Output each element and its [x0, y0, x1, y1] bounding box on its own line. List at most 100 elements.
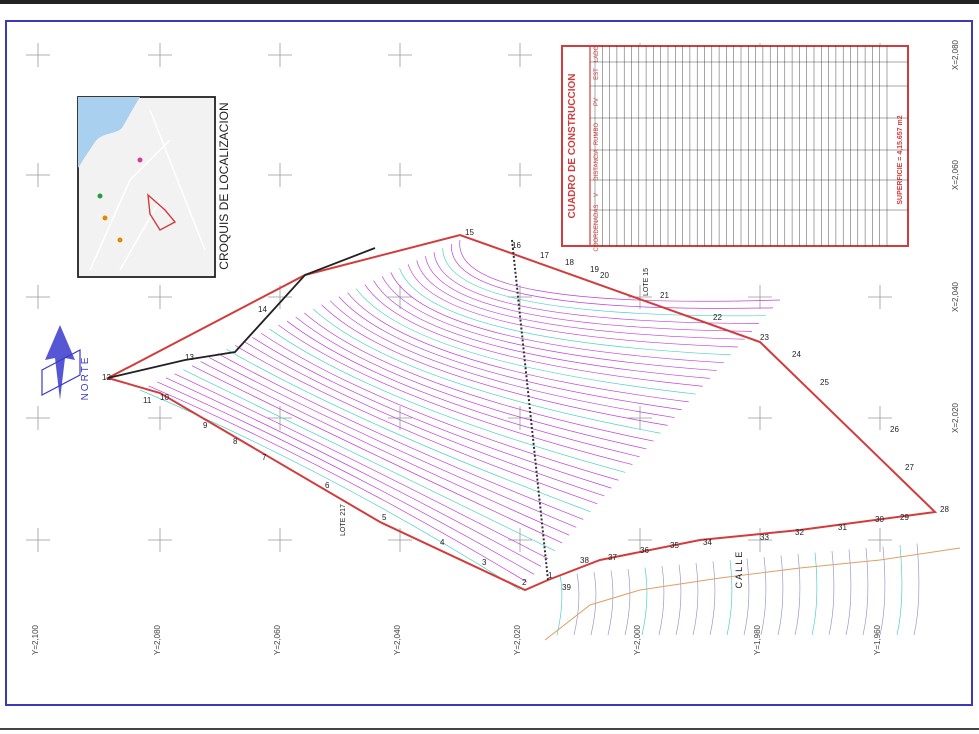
table-title: CUADRO DE CONSTRUCCION [567, 74, 578, 219]
contour-line [399, 268, 731, 356]
y-axis-label: Y=1,960 [873, 624, 882, 655]
label-lote-217: LOTE 217 [340, 504, 347, 536]
contour-line [269, 328, 626, 473]
label-lote-15: LOTE 15 [643, 268, 650, 296]
vertex-label: 7 [262, 453, 267, 462]
y-axis-label: Y=2,040 [393, 624, 402, 655]
street-contour-line [726, 559, 733, 636]
y-axis-label: Y=1,980 [753, 624, 762, 655]
contour-line [165, 377, 542, 567]
vertex-label: 15 [465, 228, 474, 237]
street-contour-line [845, 549, 852, 636]
street-contour-line [777, 555, 784, 636]
vertex-label: 3 [482, 558, 487, 567]
street-contour-line [573, 573, 580, 636]
contour-line [234, 345, 598, 505]
vertex-label: 38 [580, 556, 589, 565]
vertex-label: 32 [795, 528, 804, 537]
y-axis-label: Y=2,000 [633, 624, 642, 655]
vertex-label: 18 [565, 258, 574, 267]
vertex-label: 6 [325, 481, 330, 490]
vertex-label: 21 [660, 291, 669, 300]
vertex-label: 17 [540, 251, 549, 260]
street-contour-line [607, 570, 614, 636]
vertex-label: 36 [640, 546, 649, 555]
street-contour-line [624, 568, 631, 636]
street-contour-line [811, 552, 818, 636]
vertex-label: 11 [143, 396, 152, 405]
bottom-edge [0, 728, 979, 730]
vertex-label: 35 [670, 541, 679, 550]
vertex-label: 31 [838, 523, 847, 532]
vertex-label: 28 [940, 505, 949, 514]
table-header: V [594, 193, 600, 197]
vertex-label: 2 [522, 578, 527, 587]
vertex-label: 23 [760, 333, 769, 342]
vertex-label: 13 [185, 353, 194, 362]
y-axis-label: Y=2,020 [513, 624, 522, 655]
vertex-label: 14 [258, 305, 267, 314]
label-calle: C A L L E [734, 552, 744, 589]
contour-line [347, 292, 689, 403]
contour-lines [139, 239, 781, 591]
street-contour-line [675, 564, 682, 636]
vertex-label: 16 [512, 241, 521, 250]
survey-drawing: 1211 109876543213938 373635 3433323130 29282… [26, 39, 961, 655]
vertex-label: 9 [203, 421, 208, 430]
street-contour-line [828, 550, 835, 636]
map-viewer[interactable]: 12 11 10 9 8 7 6 5 4 3 2 1 39 38 37 36 35 34 33 32 31 30 29 28 2… [0, 0, 979, 734]
street-contour-line [913, 543, 920, 636]
contour-line [278, 324, 633, 465]
table-superficie: SUPERFICIE = 4,15.657 m2 [897, 115, 904, 204]
contour-line [338, 296, 682, 411]
vertex-label: 30 [875, 515, 884, 524]
x-axis-label: X=2,040 [951, 281, 960, 312]
street-contour-line [760, 556, 767, 636]
vertex-label: 24 [792, 350, 801, 359]
vertex-label: 8 [233, 437, 238, 446]
street-contour-line [641, 567, 648, 636]
x-axis-label: X=2,060 [951, 159, 960, 190]
north-arrow-icon [41, 325, 81, 400]
vertex-label: 39 [562, 583, 571, 592]
contour-line [209, 357, 577, 528]
vertex-label: 34 [703, 538, 712, 547]
vertex-label: 33 [760, 533, 769, 542]
contour-line [425, 256, 752, 332]
vertex-label: 4 [440, 538, 445, 547]
street-contour-line [692, 562, 699, 636]
contour-line [355, 288, 696, 395]
contour-line [286, 320, 640, 458]
table-header: LADO [594, 46, 600, 63]
vertex-label: 19 [590, 265, 599, 274]
table-header: EST [594, 68, 600, 80]
contour-line [217, 353, 584, 520]
street-contour-line [658, 565, 665, 636]
contour-line [330, 300, 675, 418]
vertex-label: 27 [905, 463, 914, 472]
street-contour-line [743, 558, 750, 636]
x-axis-label: X=2,020 [951, 402, 960, 433]
contour-line [260, 332, 619, 481]
vertex-label: 26 [890, 425, 899, 434]
vertex-label: 10 [160, 393, 169, 402]
vertex-labels: 1211 109876543213938 373635 3433323130 29282… [102, 228, 949, 592]
y-axis-label: Y=2,100 [31, 624, 40, 655]
vertex-label: 22 [713, 313, 722, 322]
vertex-label: 37 [608, 553, 617, 562]
street-contour-line [794, 553, 801, 636]
vertex-label: 12 [102, 373, 111, 382]
table-header: COORDENADAS [594, 204, 600, 251]
contour-line [442, 248, 766, 317]
street-contour-line [709, 561, 716, 636]
location-inset [77, 96, 216, 278]
contour-line [304, 312, 654, 442]
table-header: DISTANCIA [594, 149, 600, 181]
street-contour-line [896, 544, 903, 636]
vertex-label: 5 [382, 513, 387, 522]
north-label: NORTE [80, 356, 91, 401]
y-axis-label: Y=2,060 [273, 624, 282, 655]
x-axis-label: X=2,080 [951, 39, 960, 70]
property-boundary [105, 233, 938, 592]
vertex-label: 20 [600, 271, 609, 280]
